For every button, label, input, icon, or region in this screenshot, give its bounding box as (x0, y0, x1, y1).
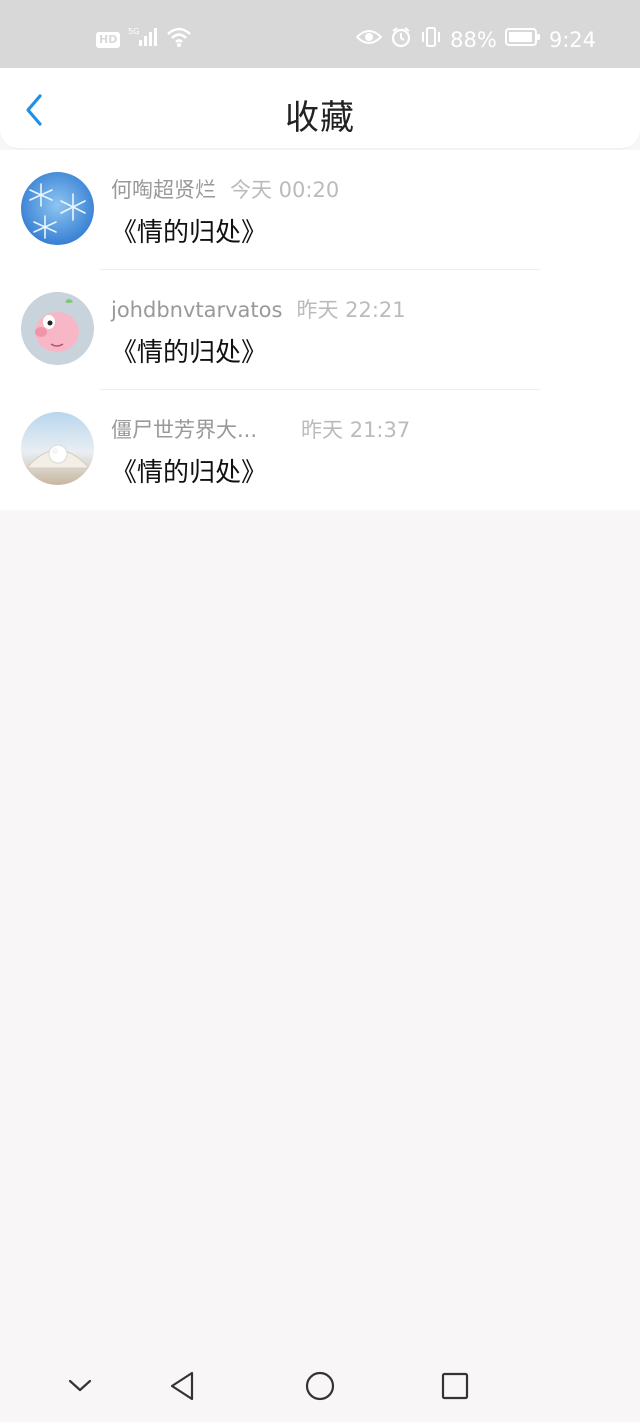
page-title: 收藏 (285, 98, 355, 138)
author-name[interactable]: johdbnvtarvatos (111, 298, 282, 322)
item-title[interactable]: 《情的归处》 (111, 452, 267, 489)
avatar[interactable] (21, 172, 94, 245)
wifi-icon (166, 26, 192, 53)
vibrate-icon (420, 26, 442, 53)
avatar[interactable] (21, 292, 94, 365)
list-item[interactable]: johdbnvtarvatos 昨天 22:21 《情的归处》 (0, 270, 640, 390)
nav-home-button[interactable] (302, 1368, 338, 1404)
timestamp: 昨天 21:37 (301, 418, 411, 442)
author-name[interactable]: 何啕超贤烂 (111, 178, 216, 202)
item-meta: 何啕超贤烂 今天 00:20 (111, 174, 339, 204)
battery-percent: 88% (450, 27, 497, 52)
clock: 9:24 (548, 27, 596, 52)
nav-recent-button[interactable] (437, 1368, 473, 1404)
list-item[interactable]: 僵尸世芳界大... 昨天 21:37 《情的归处》 (0, 390, 640, 510)
alarm-icon (390, 26, 412, 53)
system-nav-bar (0, 1350, 640, 1422)
item-title[interactable]: 《情的归处》 (111, 332, 267, 369)
hd-badge: HD (96, 31, 121, 48)
signal-icon: 5G (128, 26, 158, 53)
eye-icon (355, 27, 383, 52)
header: 收藏 (0, 68, 640, 148)
status-right: 88% 9:24 (355, 26, 596, 53)
status-bar: HD 5G 88% 9:24 (0, 0, 640, 68)
item-meta: 僵尸世芳界大... 昨天 21:37 (111, 414, 410, 444)
avatar[interactable] (21, 412, 94, 485)
list-item[interactable]: 何啕超贤烂 今天 00:20 《情的归处》 (0, 150, 640, 270)
author-name[interactable]: 僵尸世芳界大... (111, 418, 257, 442)
status-left: HD 5G (96, 26, 192, 53)
timestamp: 今天 00:20 (230, 178, 340, 202)
hide-nav-button[interactable] (62, 1368, 98, 1404)
chevron-down-icon (68, 1379, 92, 1392)
circle-home-icon (305, 1371, 335, 1401)
triangle-back-icon (170, 1371, 194, 1401)
nav-back-button[interactable] (164, 1368, 200, 1404)
favorites-list: 何啕超贤烂 今天 00:20 《情的归处》 johdbnvtarvatos 昨天 2… (0, 150, 640, 510)
network-type-label: 5G (128, 27, 139, 36)
item-meta: johdbnvtarvatos 昨天 22:21 (111, 294, 406, 324)
item-title[interactable]: 《情的归处》 (111, 212, 267, 249)
square-recent-icon (441, 1372, 469, 1400)
timestamp: 昨天 22:21 (296, 298, 406, 322)
battery-icon (504, 27, 541, 52)
